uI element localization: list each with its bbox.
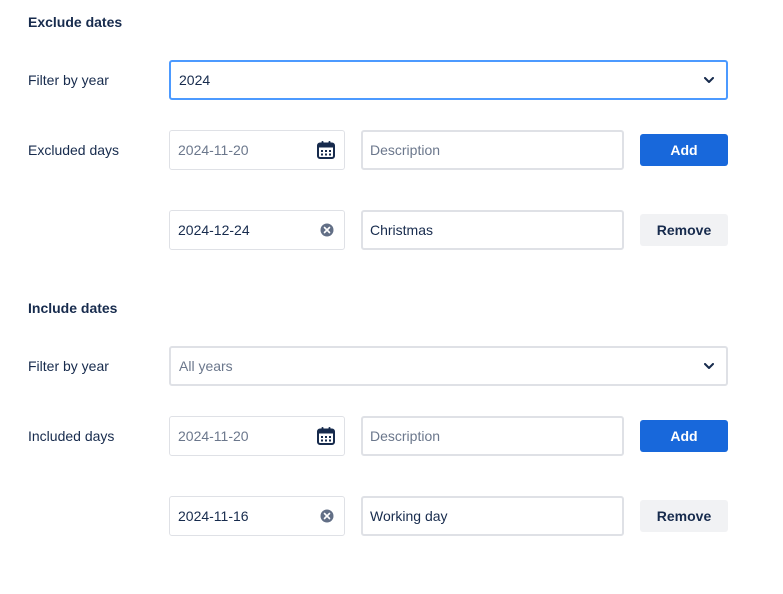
- exclude-year-value: 2024: [179, 72, 211, 88]
- include-entry-date-value: 2024-11-16: [178, 508, 249, 524]
- include-entry-date-field[interactable]: 2024-11-16: [169, 496, 345, 536]
- include-new-date-placeholder: 2024-11-20: [178, 428, 249, 444]
- included-days-label: Included days: [28, 428, 115, 444]
- exclude-year-select[interactable]: 2024: [169, 60, 728, 100]
- include-year-select[interactable]: All years: [169, 346, 728, 386]
- exclude-entry-description-input[interactable]: [370, 222, 615, 238]
- exclude-remove-button[interactable]: Remove: [640, 214, 728, 246]
- include-new-description-field[interactable]: [361, 416, 624, 456]
- include-remove-button[interactable]: Remove: [640, 500, 728, 532]
- include-filter-label: Filter by year: [28, 358, 109, 374]
- exclude-entry-date-value: 2024-12-24: [178, 222, 250, 238]
- chevron-down-icon: [702, 73, 716, 87]
- calendar-icon[interactable]: [316, 140, 336, 160]
- include-add-button[interactable]: Add: [640, 420, 728, 452]
- include-year-value: All years: [179, 358, 233, 374]
- include-section-title: Include dates: [28, 300, 118, 316]
- exclude-new-date-field[interactable]: 2024-11-20: [169, 130, 345, 170]
- exclude-new-description-input[interactable]: [370, 142, 615, 158]
- exclude-add-button[interactable]: Add: [640, 134, 728, 166]
- clear-icon[interactable]: [320, 223, 336, 237]
- exclude-filter-label: Filter by year: [28, 72, 109, 88]
- clear-icon[interactable]: [320, 509, 336, 523]
- calendar-icon[interactable]: [316, 426, 336, 446]
- exclude-section-title: Exclude dates: [28, 14, 123, 30]
- include-new-date-field[interactable]: 2024-11-20: [169, 416, 345, 456]
- exclude-new-date-placeholder: 2024-11-20: [178, 142, 249, 158]
- include-entry-description-input[interactable]: [370, 508, 615, 524]
- chevron-down-icon: [702, 359, 716, 373]
- exclude-new-description-field[interactable]: [361, 130, 624, 170]
- include-entry-description-field[interactable]: [361, 496, 624, 536]
- exclude-entry-date-field[interactable]: 2024-12-24: [169, 210, 345, 250]
- excluded-days-label: Excluded days: [28, 142, 120, 158]
- include-new-description-input[interactable]: [370, 428, 615, 444]
- exclude-entry-description-field[interactable]: [361, 210, 624, 250]
